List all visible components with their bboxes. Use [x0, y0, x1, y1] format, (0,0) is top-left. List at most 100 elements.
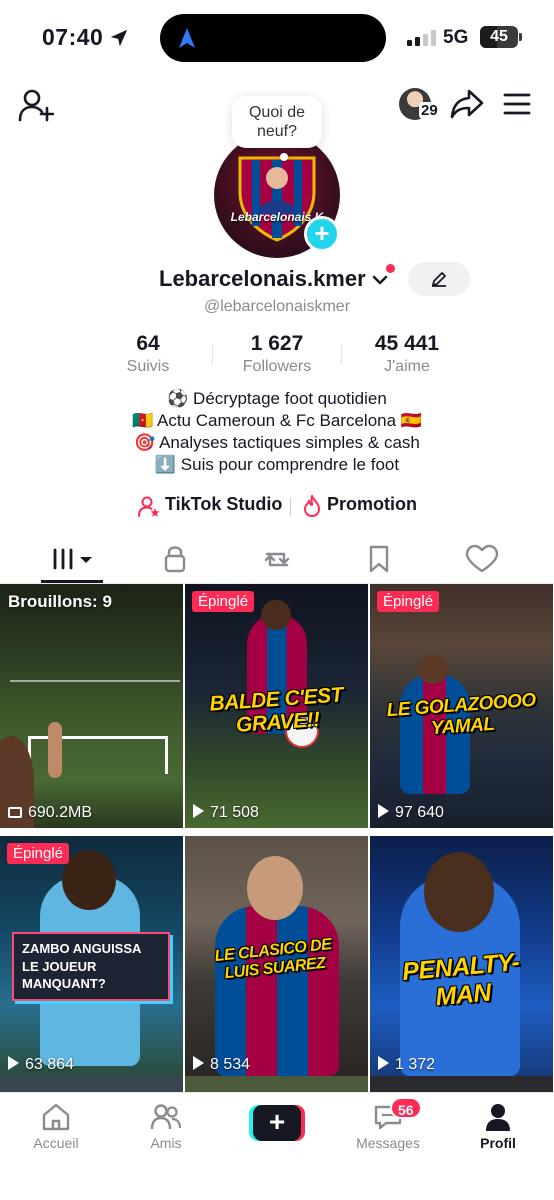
- nav-friends-label: Amis: [150, 1135, 182, 1151]
- tiktok-studio-icon: [138, 496, 160, 517]
- video-caption: ZAMBO ANGUISSA LE JOUEUR MANQUANT?: [12, 932, 170, 1001]
- whats-new-bubble[interactable]: Quoi de neuf?: [232, 96, 322, 148]
- stat-following-label: Suivis: [126, 358, 170, 375]
- video-tile[interactable]: PENALTY-MAN 1 372: [370, 836, 553, 1080]
- views-count: 1 372: [395, 1056, 436, 1073]
- plus-icon: +: [253, 1105, 301, 1141]
- player-jersey: [215, 906, 339, 1076]
- profile-icon: [486, 1104, 510, 1131]
- drafts-size: 690.2MB: [28, 804, 93, 821]
- home-icon: [42, 1103, 70, 1131]
- video-size: 690.2MB: [8, 804, 92, 822]
- views-count: 8 534: [210, 1056, 251, 1073]
- views-count: 63 864: [25, 1056, 74, 1073]
- nav-profile[interactable]: Profil: [458, 1101, 538, 1151]
- bottom-nav: Accueil Amis + Messages 56 Profil: [0, 1092, 554, 1200]
- location-arrow-icon: [110, 29, 128, 47]
- stat-followers-value: 1 627: [250, 332, 304, 355]
- play-icon: [378, 1056, 389, 1070]
- messages-badge: 56: [390, 1097, 422, 1119]
- nav-home-label: Accueil: [33, 1135, 79, 1151]
- video-views: 97 640: [378, 804, 444, 822]
- video-tile[interactable]: Épinglé ZAMBO ANGUISSA LE JOUEUR MANQUAN…: [0, 836, 183, 1080]
- active-tab-indicator: [41, 580, 103, 583]
- bio-line: ⚽ Décryptage foot quotidien: [167, 389, 387, 408]
- video-tile-drafts[interactable]: Brouillons: 9 690.2MB: [0, 584, 183, 828]
- video-views: 71 508: [193, 804, 259, 822]
- profile-stats: 64 Suivis 1 627 Followers 45 441 J'aime: [0, 332, 554, 382]
- pinned-badge: Épinglé: [7, 843, 70, 864]
- navigation-arrow-icon: [179, 28, 195, 48]
- status-time: 07:40: [42, 24, 104, 50]
- bookmark-icon[interactable]: [359, 544, 399, 574]
- video-views: 1 372: [378, 1056, 435, 1074]
- tiktok-studio-link[interactable]: TikTok Studio: [165, 494, 282, 515]
- battery-cap: [519, 33, 522, 41]
- pitch-line: [10, 680, 180, 682]
- profile-tabs: [0, 536, 554, 584]
- user-handle: @lebarcelonaiskmer: [203, 298, 351, 315]
- battery-level: 45: [490, 28, 508, 45]
- views-count: 97 640: [395, 804, 444, 821]
- play-icon: [193, 1056, 204, 1070]
- grid-icon[interactable]: [50, 544, 94, 574]
- nav-messages-label: Messages: [356, 1135, 420, 1151]
- video-views: 63 864: [8, 1056, 74, 1074]
- network-type: 5G: [443, 27, 469, 48]
- menu-icon[interactable]: [503, 92, 531, 116]
- stat-followers[interactable]: 1 627 Followers: [222, 332, 332, 376]
- player-head: [62, 850, 116, 910]
- player-head: [418, 654, 448, 684]
- bio-line: 🎯 Analyses tactiques simples & cash: [134, 433, 420, 452]
- bubble-tail: [280, 153, 288, 161]
- stat-likes[interactable]: 45 441 J'aime: [352, 332, 462, 376]
- stat-followers-label: Followers: [242, 358, 312, 375]
- stat-following[interactable]: 64 Suivis: [98, 332, 198, 376]
- stat-likes-value: 45 441: [374, 332, 440, 355]
- nav-profile-label: Profil: [480, 1135, 516, 1151]
- friends-count: 29: [419, 102, 440, 119]
- play-icon: [8, 1056, 19, 1070]
- play-icon: [193, 804, 204, 818]
- chevron-down-icon[interactable]: [371, 271, 389, 289]
- nav-friends[interactable]: Amis: [126, 1101, 206, 1151]
- battery-icon: 45: [480, 26, 518, 48]
- player-head: [247, 856, 303, 920]
- nav-home[interactable]: Accueil: [16, 1101, 96, 1151]
- lock-icon[interactable]: [155, 544, 195, 574]
- stat-divider: [341, 344, 342, 364]
- promotion-link[interactable]: Promotion: [327, 494, 417, 515]
- stat-likes-label: J'aime: [384, 358, 430, 375]
- friends-icon: [150, 1104, 182, 1130]
- repost-icon[interactable]: [257, 544, 297, 574]
- drafts-label: Brouillons: 9: [8, 592, 112, 611]
- creator-tools-row: TikTok Studio Promotion: [0, 494, 554, 520]
- flame-icon: [304, 495, 320, 517]
- player-head: [261, 600, 291, 630]
- player-head: [424, 852, 494, 932]
- video-tile[interactable]: Épinglé BALDE C'EST GRAVE!! 71 508: [185, 584, 368, 828]
- folder-icon: [8, 807, 22, 818]
- notification-dot: [386, 264, 395, 273]
- pinned-badge: Épinglé: [377, 591, 440, 612]
- dynamic-island: [160, 14, 386, 62]
- username[interactable]: Lebarcelonais.kmer: [159, 266, 366, 292]
- profile-bio: ⚽ Décryptage foot quotidien 🇨🇲 Actu Came…: [0, 388, 554, 476]
- views-count: 71 508: [210, 804, 259, 821]
- video-tile[interactable]: LE CLASICO DE LUIS SUAREZ 8 534: [185, 836, 368, 1080]
- stat-divider: [212, 344, 213, 364]
- reaction-finger: [48, 722, 62, 778]
- play-icon: [378, 804, 389, 818]
- edit-profile-button[interactable]: [408, 262, 470, 296]
- video-tile[interactable]: Épinglé LE GOLAZOOOO YAMAL 97 640: [370, 584, 553, 828]
- add-story-button[interactable]: +: [304, 216, 340, 252]
- status-bar: 07:40 5G 45: [0, 0, 554, 76]
- tools-divider: [290, 498, 291, 516]
- signal-icon: [407, 30, 436, 46]
- pinned-badge: Épinglé: [192, 591, 255, 612]
- create-button[interactable]: +: [249, 1105, 305, 1141]
- add-friend-icon[interactable]: [18, 88, 54, 122]
- bio-line: ⬇️ Suis pour comprendre le foot: [154, 455, 400, 474]
- heart-icon[interactable]: [462, 544, 502, 574]
- share-icon[interactable]: [450, 88, 484, 120]
